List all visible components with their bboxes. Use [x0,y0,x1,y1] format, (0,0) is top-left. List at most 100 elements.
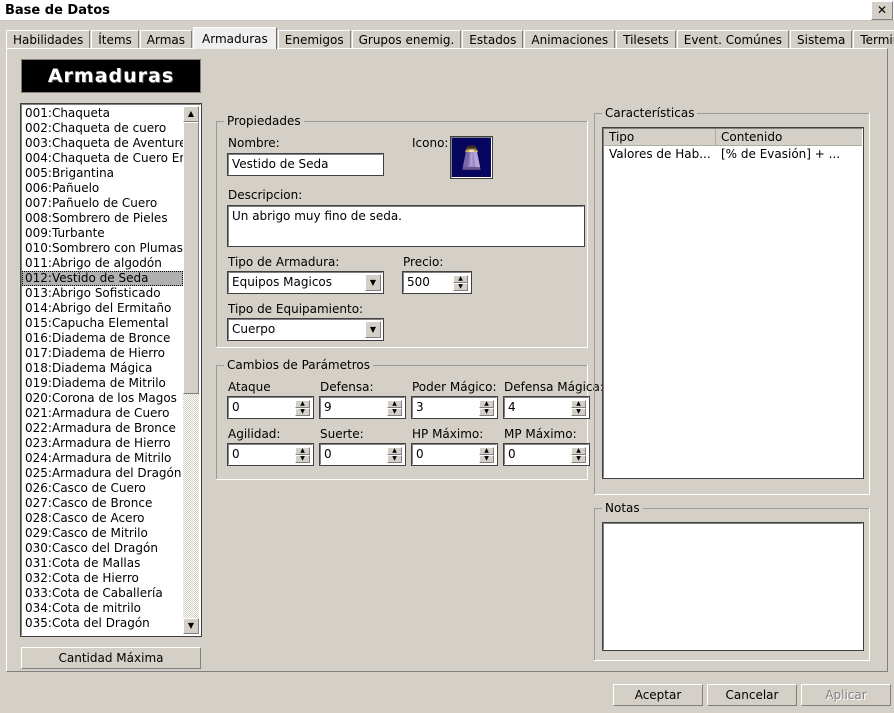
description-input[interactable]: Un abrigo muy fino de seda. [227,205,585,247]
name-input[interactable]: Vestido de Seda [227,153,384,176]
spin-up-icon[interactable]: ▲ [571,447,586,455]
spin-down-icon[interactable]: ▼ [479,455,494,463]
icon-picker[interactable] [450,136,493,179]
list-item[interactable]: 026:Casco de Cuero [22,481,183,496]
list-item[interactable]: 031:Cota de Mallas [22,556,183,571]
armor-list-scrollbar[interactable]: ▲ ▼ [183,106,199,634]
table-row[interactable]: Valores de Hab... [% de Evasión] + ... [604,146,862,162]
tab-grupos-enemig[interactable]: Grupos enemig. [351,30,462,49]
scroll-up-icon[interactable]: ▲ [183,106,199,122]
tab-tilesets[interactable]: Tilesets [616,30,676,49]
tab-animaciones[interactable]: Animaciones [524,30,616,49]
scrollbar-thumb[interactable] [183,122,199,394]
param-stepper[interactable]: 4 ▲ ▼ [503,396,590,419]
spin-down-icon[interactable]: ▼ [479,408,494,416]
param-stepper[interactable]: 9 ▲ ▼ [319,396,406,419]
list-item[interactable]: 015:Capucha Elemental [22,316,183,331]
param-stepper[interactable]: 3 ▲ ▼ [411,396,498,419]
spin-up-icon[interactable]: ▲ [295,400,310,408]
spin-down-icon[interactable]: ▼ [571,455,586,463]
tab-terminos[interactable]: Terminos [853,30,894,49]
price-stepper[interactable]: 500 ▲ ▼ [402,271,472,294]
tab-armaduras[interactable]: Armaduras [193,27,277,49]
list-item[interactable]: 020:Corona de los Magos [22,391,183,406]
list-item[interactable]: 016:Diadema de Bronce [22,331,183,346]
list-item[interactable]: 007:Pañuelo de Cuero [22,196,183,211]
param-spin-arrows[interactable]: ▲ ▼ [571,400,586,416]
list-item[interactable]: 008:Sombrero de Pieles [22,211,183,226]
chevron-down-icon[interactable]: ▼ [365,274,381,291]
param-spin-arrows[interactable]: ▲ ▼ [387,447,402,463]
param-spin-arrows[interactable]: ▲ ▼ [479,447,494,463]
list-item[interactable]: 025:Armadura del Dragón [22,466,183,481]
param-spin-arrows[interactable]: ▲ ▼ [295,400,310,416]
list-item[interactable]: 017:Diadema de Hierro [22,346,183,361]
list-item[interactable]: 009:Turbante [22,226,183,241]
list-item[interactable]: 012:Vestido de Seda [22,271,183,286]
list-item[interactable]: 019:Diadema de Mitrilo [22,376,183,391]
notes-textarea[interactable] [602,522,864,651]
max-quantity-button[interactable]: Cantidad Máxima [21,647,201,669]
spin-down-icon[interactable]: ▼ [295,455,310,463]
list-item[interactable]: 003:Chaqueta de Aventure [22,136,183,151]
list-item[interactable]: 034:Cota de mitrilo [22,601,183,616]
list-item[interactable]: 006:Pañuelo [22,181,183,196]
spin-down-icon[interactable]: ▼ [295,408,310,416]
spin-up-icon[interactable]: ▲ [571,400,586,408]
list-item[interactable]: 030:Casco del Dragón [22,541,183,556]
spin-up-icon[interactable]: ▲ [479,400,494,408]
list-item[interactable]: 024:Armadura de Mitrilo [22,451,183,466]
param-stepper[interactable]: 0 ▲ ▼ [503,443,590,466]
spin-down-icon[interactable]: ▼ [571,408,586,416]
list-item[interactable]: 021:Armadura de Cuero [22,406,183,421]
list-item[interactable]: 004:Chaqueta de Cuero En [22,151,183,166]
param-spin-arrows[interactable]: ▲ ▼ [387,400,402,416]
list-item[interactable]: 029:Casco de Mitrilo [22,526,183,541]
spin-down-icon[interactable]: ▼ [387,408,402,416]
param-stepper[interactable]: 0 ▲ ▼ [319,443,406,466]
list-item[interactable]: 035:Cota del Dragón [22,616,183,631]
tab-event-com-nes[interactable]: Event. Comúnes [676,30,789,49]
chevron-down-icon[interactable]: ▼ [365,321,381,338]
list-item[interactable]: 001:Chaqueta [22,106,183,121]
list-item[interactable]: 005:Brigantina [22,166,183,181]
features-listview[interactable]: Tipo Contenido Valores de Hab... [% de Ev… [602,127,864,479]
list-item[interactable]: 028:Casco de Acero [22,511,183,526]
list-item[interactable]: 022:Armadura de Bronce [22,421,183,436]
list-item[interactable]: 013:Abrigo Sofisticado [22,286,183,301]
param-stepper[interactable]: 0 ▲ ▼ [411,443,498,466]
list-item[interactable]: 032:Cota de Hierro [22,571,183,586]
list-item[interactable]: 014:Abrigo del Ermitaño [22,301,183,316]
scroll-down-icon[interactable]: ▼ [183,618,199,634]
tab-armas[interactable]: Armas [139,30,193,49]
features-column-contenido[interactable]: Contenido [716,129,862,145]
param-spin-arrows[interactable]: ▲ ▼ [295,447,310,463]
features-column-tipo[interactable]: Tipo [604,129,716,145]
armor-type-select[interactable]: Equipos Magicos ▼ [227,271,384,294]
list-item[interactable]: 023:Armadura de Hierro [22,436,183,451]
spin-up-icon[interactable]: ▲ [479,447,494,455]
armor-listbox[interactable]: 001:Chaqueta 002:Chaqueta de cuero 003:Cha… [20,103,202,637]
tab-habilidades[interactable]: Habilidades [6,30,91,49]
spin-down-icon[interactable]: ▼ [453,283,468,291]
list-item[interactable]: 010:Sombrero con Plumas [22,241,183,256]
accept-button[interactable]: Aceptar [613,684,703,706]
spin-up-icon[interactable]: ▲ [387,447,402,455]
param-spin-arrows[interactable]: ▲ ▼ [571,447,586,463]
tab-tems[interactable]: Ítems [91,30,139,49]
equip-type-select[interactable]: Cuerpo ▼ [227,318,384,341]
spin-up-icon[interactable]: ▲ [387,400,402,408]
param-stepper[interactable]: 0 ▲ ▼ [227,443,314,466]
close-icon[interactable]: ✕ [871,0,893,20]
spin-down-icon[interactable]: ▼ [387,455,402,463]
param-spin-arrows[interactable]: ▲ ▼ [479,400,494,416]
list-item[interactable]: 002:Chaqueta de cuero [22,121,183,136]
spin-up-icon[interactable]: ▲ [453,275,468,283]
tab-estados[interactable]: Estados [462,30,524,49]
list-item[interactable]: 033:Cota de Caballería [22,586,183,601]
tab-enemigos[interactable]: Enemigos [277,30,351,49]
tab-sistema[interactable]: Sistema [790,30,853,49]
spin-up-icon[interactable]: ▲ [295,447,310,455]
param-stepper[interactable]: 0 ▲ ▼ [227,396,314,419]
list-item[interactable]: 027:Casco de Bronce [22,496,183,511]
